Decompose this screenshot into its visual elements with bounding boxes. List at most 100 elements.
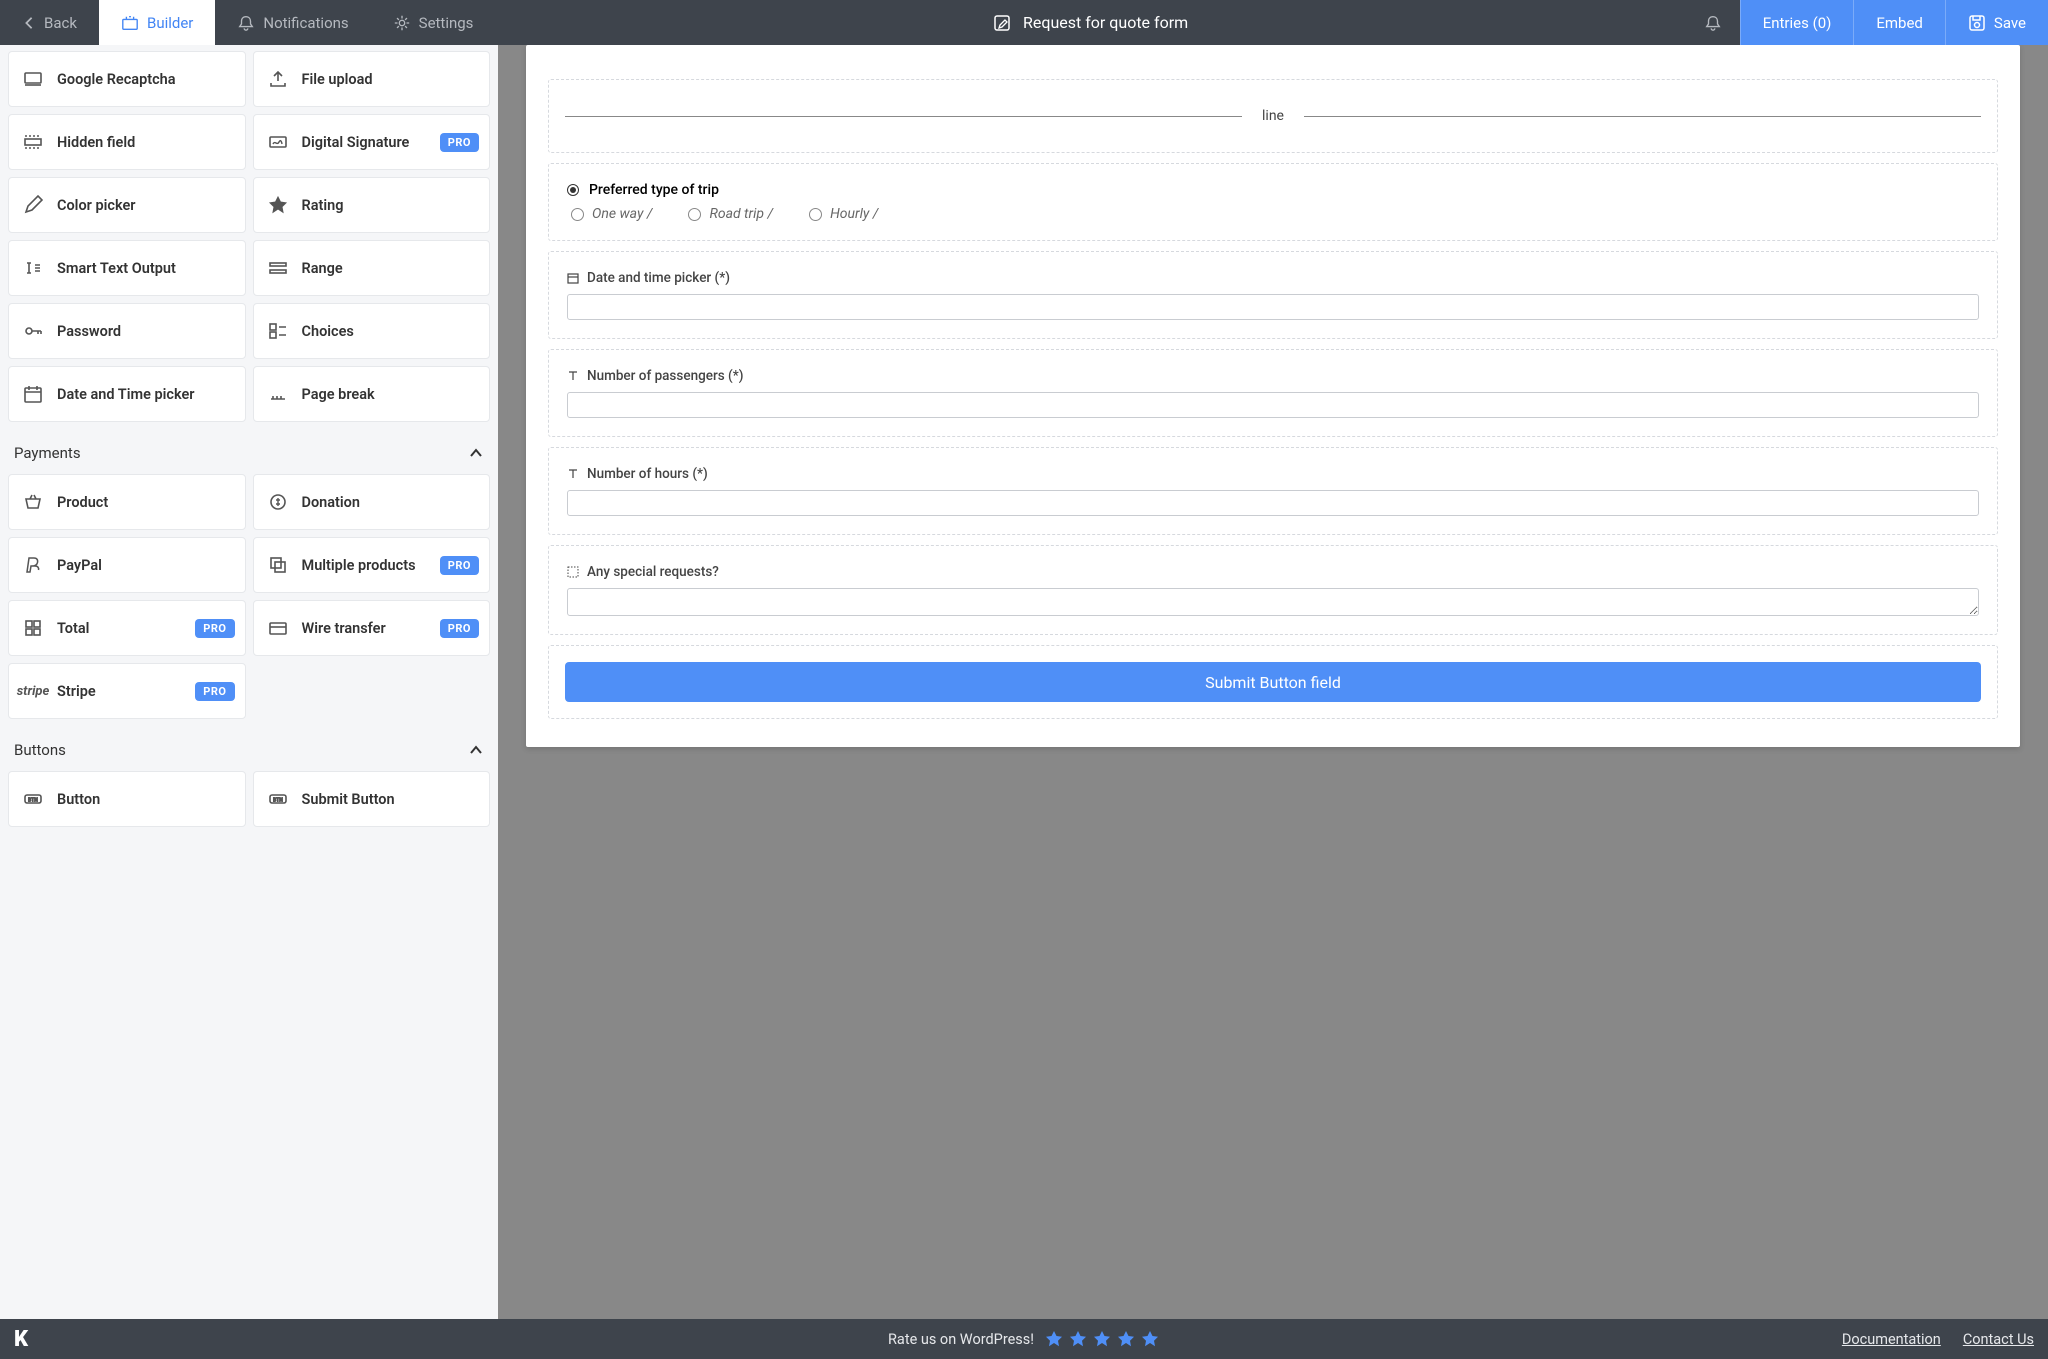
back-label: Back (44, 14, 77, 32)
field-label: Wire transfer (302, 620, 386, 637)
block-trip-type[interactable]: Preferred type of trip One way /Road tri… (548, 163, 1998, 241)
field-donation[interactable]: Donation (253, 474, 491, 530)
form-canvas-area[interactable]: line Preferred type of trip One way /Roa… (498, 45, 2048, 1319)
section-buttons[interactable]: Buttons (8, 719, 490, 771)
multi-icon (268, 555, 288, 575)
datetime-input[interactable] (567, 294, 1979, 320)
field-label: Hidden field (57, 134, 135, 151)
bell-icon (237, 14, 255, 32)
field-total[interactable]: TotalPRO (8, 600, 246, 656)
fields-sidebar[interactable]: Google Recaptcha File upload Hidden field D… (0, 45, 498, 1319)
block-passengers[interactable]: Number of passengers (*) (548, 349, 1998, 437)
field-label: Smart Text Output (57, 260, 176, 277)
pro-badge: PRO (195, 682, 234, 701)
field-wire-transfer[interactable]: Wire transferPRO (253, 600, 491, 656)
embed-button[interactable]: Embed (1853, 0, 1945, 45)
field-button[interactable]: Button (8, 771, 246, 827)
hidden-icon (23, 132, 43, 152)
field-label: Donation (302, 494, 360, 511)
star-icon (1044, 1329, 1064, 1349)
topbar: Back Builder Notifications Settings Requ… (0, 0, 2048, 45)
block-submit[interactable]: Submit Button field (548, 645, 1998, 719)
logo: K (14, 1327, 28, 1352)
field-range[interactable]: Range (253, 240, 491, 296)
range-icon (268, 258, 288, 278)
requests-textarea[interactable] (567, 588, 1979, 616)
field-label: File upload (302, 71, 373, 88)
field-label: Date and Time picker (57, 386, 195, 403)
radio-icon (688, 208, 701, 221)
builder-icon (121, 14, 139, 32)
field-paypal[interactable]: PayPal (8, 537, 246, 593)
btn-icon (268, 789, 288, 809)
field-multiple-products[interactable]: Multiple productsPRO (253, 537, 491, 593)
field-rating[interactable]: Rating (253, 177, 491, 233)
text-icon (567, 468, 579, 480)
trip-option[interactable]: Hourly / (809, 206, 878, 222)
card-icon (268, 618, 288, 638)
tab-notifications[interactable]: Notifications (215, 0, 370, 45)
contact-link[interactable]: Contact Us (1963, 1331, 2034, 1348)
field-stripe[interactable]: stripe Stripe PRO (8, 663, 246, 719)
radio-icon (809, 208, 822, 221)
field-product[interactable]: Product (8, 474, 246, 530)
form-canvas: line Preferred type of trip One way /Roa… (526, 45, 2020, 747)
pencil-icon (23, 195, 43, 215)
recaptcha-icon (23, 69, 43, 89)
submit-button[interactable]: Submit Button field (565, 662, 1981, 702)
trip-option[interactable]: One way / (571, 206, 652, 222)
field-smart-text-output[interactable]: Smart Text Output (8, 240, 246, 296)
star-icon (1068, 1329, 1088, 1349)
field-file-upload[interactable]: File upload (253, 51, 491, 107)
back-button[interactable]: Back (0, 0, 99, 45)
signature-icon (268, 132, 288, 152)
alerts-button[interactable] (1686, 0, 1740, 45)
pro-badge: PRO (195, 619, 234, 638)
section-payments[interactable]: Payments (8, 422, 490, 474)
field-hidden-field[interactable]: Hidden field (8, 114, 246, 170)
field-label: Product (57, 494, 108, 511)
field-password[interactable]: Password (8, 303, 246, 359)
total-icon (23, 618, 43, 638)
passengers-input[interactable] (567, 392, 1979, 418)
textarea-icon (567, 566, 579, 578)
block-hours[interactable]: Number of hours (*) (548, 447, 1998, 535)
field-color-picker[interactable]: Color picker (8, 177, 246, 233)
stripe-icon: stripe (23, 684, 43, 699)
field-label: Rating (302, 197, 344, 214)
save-button[interactable]: Save (1945, 0, 2048, 45)
field-submit-button[interactable]: Submit Button (253, 771, 491, 827)
footer: K Rate us on WordPress! Documentation Co… (0, 1319, 2048, 1359)
field-label: Stripe (57, 683, 96, 700)
field-label: Digital Signature (302, 134, 410, 151)
field-choices[interactable]: Choices (253, 303, 491, 359)
hours-input[interactable] (567, 490, 1979, 516)
radio-icon (571, 208, 584, 221)
block-datetime[interactable]: Date and time picker (*) (548, 251, 1998, 339)
datetime-icon (23, 384, 43, 404)
field-date-and-time-picker[interactable]: Date and Time picker (8, 366, 246, 422)
field-label: Submit Button (302, 791, 395, 808)
form-title: Request for quote form (1023, 13, 1188, 32)
pagebreak-icon (268, 384, 288, 404)
smart-text-icon (23, 258, 43, 278)
chevron-left-icon (22, 16, 36, 30)
field-google-recaptcha[interactable]: Google Recaptcha (8, 51, 246, 107)
pro-badge: PRO (440, 133, 479, 152)
rating-stars[interactable] (1044, 1329, 1160, 1349)
text-icon (567, 370, 579, 382)
docs-link[interactable]: Documentation (1842, 1331, 1941, 1348)
field-digital-signature[interactable]: Digital Signature PRO (253, 114, 491, 170)
line-label: line (1262, 108, 1284, 124)
calendar-icon (567, 272, 579, 284)
field-page-break[interactable]: Page break (253, 366, 491, 422)
block-line[interactable]: line (548, 79, 1998, 153)
trip-option[interactable]: Road trip / (688, 206, 773, 222)
tab-builder[interactable]: Builder (99, 0, 215, 45)
choices-icon (268, 321, 288, 341)
form-title-area[interactable]: Request for quote form (495, 0, 1685, 45)
tab-settings[interactable]: Settings (371, 0, 496, 45)
entries-button[interactable]: Entries (0) (1740, 0, 1854, 45)
block-requests[interactable]: Any special requests? (548, 545, 1998, 635)
notifications-label: Notifications (263, 14, 348, 32)
